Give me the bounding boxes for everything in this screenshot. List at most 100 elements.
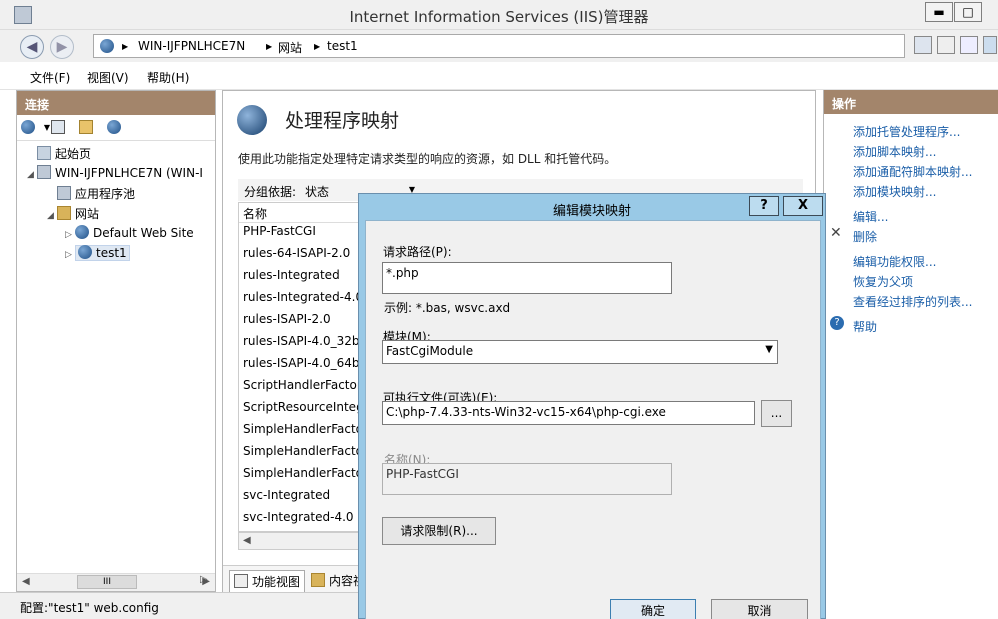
- network-icon[interactable]: [914, 36, 932, 54]
- action-edit-feature-permissions[interactable]: 编辑功能权限...: [853, 253, 936, 270]
- ok-button[interactable]: 确定: [610, 599, 696, 619]
- mail-icon[interactable]: [937, 36, 955, 54]
- expand-icon[interactable]: ▷: [65, 230, 75, 240]
- connections-toolbar: ▼: [17, 115, 215, 141]
- connections-scrollbar[interactable]: ◀ III ▶: [17, 573, 215, 591]
- help-icon: ?: [830, 316, 844, 330]
- menu-file[interactable]: 文件(F): [30, 69, 70, 86]
- tree-item-test1[interactable]: ▷ test1: [65, 245, 130, 261]
- crumb-sites[interactable]: 网站: [278, 39, 302, 56]
- connections-header: 连接: [17, 91, 215, 115]
- tree-label: WIN-IJFPNLHCE7N (WIN-I: [55, 166, 203, 180]
- tree-label: 应用程序池: [75, 187, 136, 201]
- tree-label: 网站: [75, 207, 100, 221]
- chevron-down-icon: ▼: [765, 344, 773, 355]
- list-item[interactable]: rules-ISAPI-4.0_32bit: [243, 334, 368, 348]
- connect-icon[interactable]: [21, 120, 35, 134]
- tab-label: 功能视图: [252, 575, 301, 589]
- module-value: FastCgiModule: [386, 344, 474, 358]
- globe-icon: [78, 245, 92, 259]
- action-add-managed-handler[interactable]: 添加托管处理程序...: [853, 123, 960, 140]
- action-help[interactable]: 帮助: [853, 318, 877, 335]
- minimize-button[interactable]: ▬: [925, 2, 953, 22]
- window-title: Internet Information Services (IIS)管理器: [349, 8, 649, 26]
- list-item[interactable]: SimpleHandlerFacto: [243, 466, 363, 480]
- list-item[interactable]: PHP-FastCGI: [243, 224, 316, 238]
- collapse-icon[interactable]: ◢: [27, 170, 37, 180]
- collapse-icon[interactable]: ◢: [47, 211, 57, 221]
- list-item[interactable]: SimpleHandlerFacto: [243, 444, 363, 458]
- start-page-icon: [37, 146, 51, 160]
- connections-panel: 连接 ▼ 起始页 ◢ WIN-IJFPNLHCE7N (WIN-I 应用程序池 ◢…: [16, 90, 216, 592]
- list-item[interactable]: svc-Integrated-4.0: [243, 510, 354, 524]
- delete-icon: ✕: [830, 225, 842, 241]
- disconnect-icon[interactable]: [107, 120, 121, 134]
- scroll-left-icon[interactable]: ◀: [22, 576, 30, 587]
- executable-input[interactable]: C:\php-7.4.33-nts-Win32-vc15-x64\php-cgi…: [382, 401, 755, 425]
- actions-panel: 操作 添加托管处理程序... 添加脚本映射... 添加通配符脚本映射... 添加…: [823, 90, 998, 619]
- expand-icon[interactable]: ▷: [65, 250, 75, 260]
- list-item[interactable]: rules-ISAPI-2.0: [243, 312, 331, 326]
- dialog-title-bar: 编辑模块映射 ? X: [359, 194, 825, 220]
- action-edit[interactable]: 编辑...: [853, 208, 888, 225]
- action-delete[interactable]: 删除: [853, 228, 877, 245]
- group-by-label: 分组依据:: [244, 185, 297, 199]
- request-path-input[interactable]: *.php: [382, 262, 672, 294]
- actions-header: 操作: [824, 90, 998, 114]
- request-path-label: 请求路径(P):: [383, 245, 452, 259]
- up-folder-icon[interactable]: [79, 120, 93, 134]
- cancel-button[interactable]: 取消: [711, 599, 808, 619]
- server-icon: [37, 165, 51, 179]
- tree-item-default-web-site[interactable]: ▷ Default Web Site: [65, 225, 194, 240]
- tree-label: 起始页: [55, 147, 92, 161]
- crumb-separator: ▶: [122, 42, 129, 51]
- list-item[interactable]: SimpleHandlerFacto: [243, 422, 363, 436]
- back-button[interactable]: ◀: [20, 35, 44, 59]
- scroll-left-icon[interactable]: ◀: [243, 535, 251, 546]
- menu-view[interactable]: 视图(V): [87, 69, 129, 86]
- save-icon[interactable]: [51, 120, 65, 134]
- action-add-script-map[interactable]: 添加脚本映射...: [853, 143, 936, 160]
- browse-button[interactable]: ...: [761, 400, 792, 427]
- list-item[interactable]: rules-Integrated-4.0: [243, 290, 363, 304]
- maximize-button[interactable]: □: [954, 2, 982, 22]
- action-add-module-mapping[interactable]: 添加模块映射...: [853, 183, 936, 200]
- title-bar: Internet Information Services (IIS)管理器 ▬…: [0, 0, 998, 30]
- list-item[interactable]: rules-ISAPI-4.0_64bit: [243, 356, 368, 370]
- crumb-test1[interactable]: test1: [327, 39, 358, 53]
- module-select[interactable]: FastCgiModule ▼: [382, 340, 778, 364]
- forward-button[interactable]: ▶: [50, 35, 74, 59]
- app-pool-icon: [57, 186, 71, 200]
- content-view-icon: [311, 573, 325, 587]
- list-item[interactable]: svc-Integrated: [243, 488, 330, 502]
- list-item[interactable]: ScriptResourceIntegr: [243, 400, 369, 414]
- help-icon[interactable]: [983, 36, 997, 54]
- panel-scroll-right-icon[interactable]: ▷: [200, 574, 208, 585]
- dialog-close-button[interactable]: X: [783, 196, 823, 216]
- tree-item-app-pools[interactable]: 应用程序池: [47, 185, 135, 202]
- action-add-wildcard-script-map[interactable]: 添加通配符脚本映射...: [853, 163, 972, 180]
- tree-item-sites[interactable]: ◢ 网站: [47, 205, 99, 222]
- dialog-help-button[interactable]: ?: [749, 196, 779, 216]
- scroll-thumb[interactable]: III: [77, 575, 137, 589]
- tab-features-view[interactable]: 功能视图: [229, 570, 306, 593]
- page-title: 处理程序映射: [285, 110, 400, 132]
- tree-item-server[interactable]: ◢ WIN-IJFPNLHCE7N (WIN-I: [27, 165, 203, 180]
- action-view-ordered-list[interactable]: 查看经过排序的列表...: [853, 293, 972, 310]
- request-restrictions-button[interactable]: 请求限制(R)...: [382, 517, 496, 545]
- menu-help[interactable]: 帮助(H): [147, 69, 189, 86]
- forward-arrow-icon: ▶: [56, 39, 68, 55]
- globe-icon: [100, 39, 114, 53]
- action-revert-to-parent[interactable]: 恢复为父项: [853, 273, 913, 290]
- tree-item-start-page[interactable]: 起始页: [27, 145, 91, 162]
- menu-bar: 文件(F) 视图(V) 帮助(H): [0, 62, 998, 90]
- list-item[interactable]: ScriptHandlerFactory: [243, 378, 369, 392]
- crumb-server[interactable]: WIN-IJFPNLHCE7N: [138, 39, 245, 53]
- list-item[interactable]: rules-64-ISAPI-2.0: [243, 246, 350, 260]
- home-icon[interactable]: [960, 36, 978, 54]
- list-item[interactable]: rules-Integrated: [243, 268, 340, 282]
- name-input[interactable]: PHP-FastCGI: [382, 463, 672, 495]
- tree-label: Default Web Site: [93, 226, 194, 240]
- address-bar[interactable]: ▶ WIN-IJFPNLHCE7N ▶ 网站 ▶ test1: [93, 34, 905, 58]
- status-text: 配置:"test1" web.config: [20, 601, 159, 615]
